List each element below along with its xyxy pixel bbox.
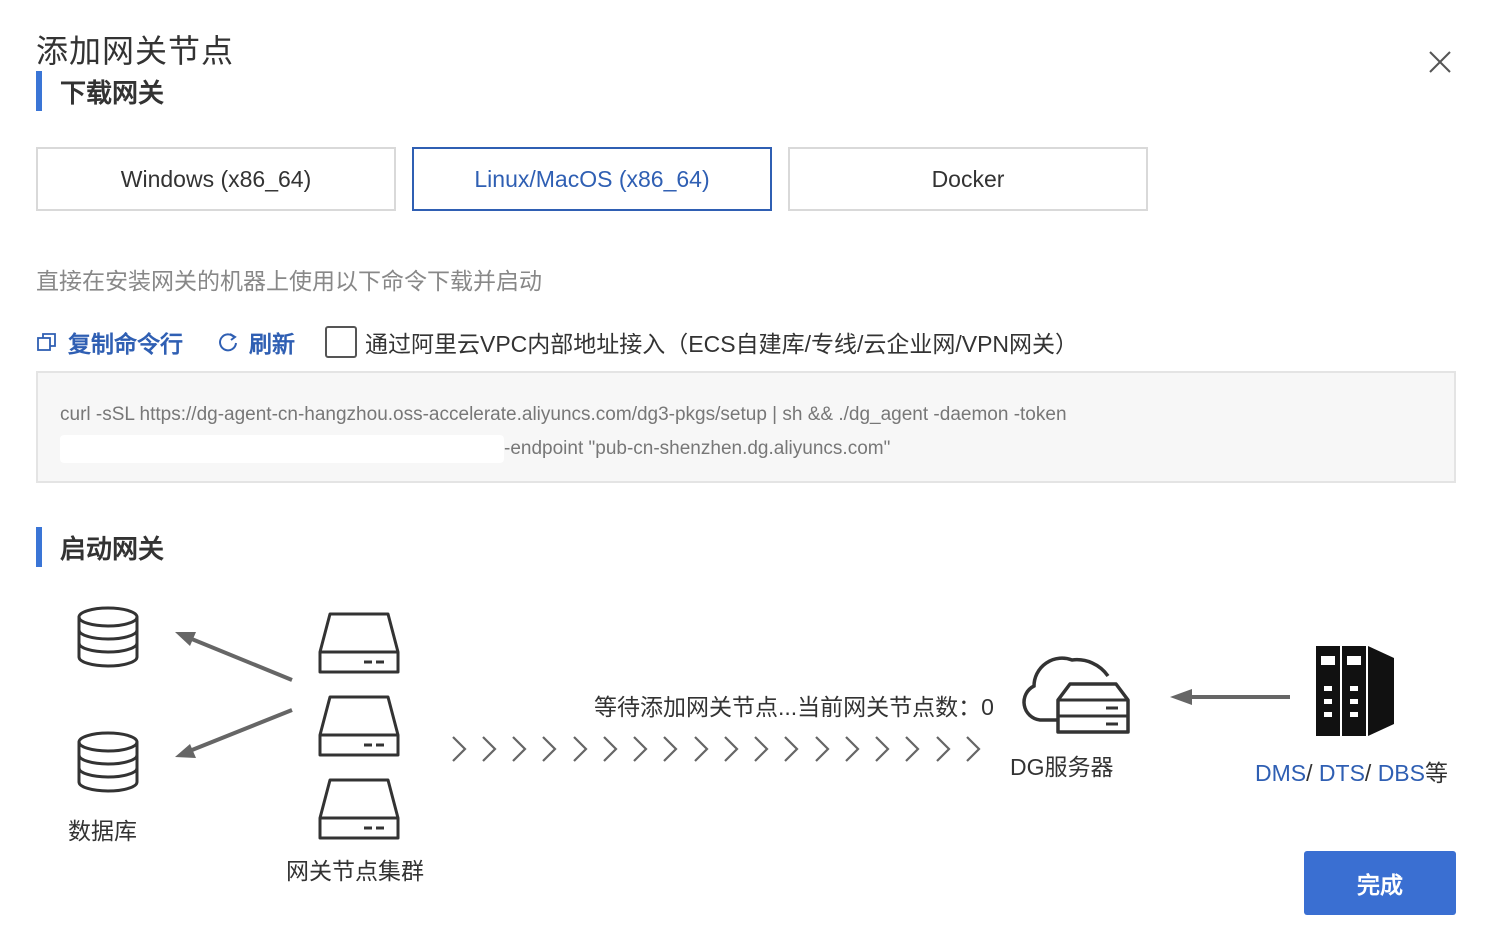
- dms-dts-dbs-label: DMS/ DTS/ DBS等: [1255, 754, 1448, 788]
- copy-command-label: 复制命令行: [68, 331, 183, 357]
- chevron-right-icon: [904, 735, 920, 763]
- command-line-2-row: -endpoint "pub-cn-shenzhen.dg.aliyuncs.c…: [60, 432, 1432, 466]
- chevron-right-icon: [511, 735, 527, 763]
- chevron-right-icon: [965, 735, 981, 763]
- close-icon: [1429, 51, 1451, 73]
- chevron-right-icon: [602, 735, 618, 763]
- copy-command-button[interactable]: 复制命令行: [36, 325, 183, 359]
- download-section-title: 下载网关: [60, 77, 165, 108]
- dg-server-label: DG服务器: [1010, 754, 1114, 780]
- section-accent-bar: [36, 71, 42, 111]
- chevron-right-icon: [541, 735, 557, 763]
- database-icon: [77, 606, 139, 668]
- install-hint: 直接在安装网关的机器上使用以下命令下载并启动: [36, 268, 542, 294]
- dialog-title: 添加网关节点: [36, 33, 235, 69]
- token-redaction: [60, 435, 504, 463]
- command-box[interactable]: curl -sSL https://dg-agent-cn-hangzhou.o…: [36, 371, 1456, 483]
- refresh-icon: [219, 333, 237, 352]
- chevron-right-icon: [844, 735, 860, 763]
- arrow-icon: [1170, 689, 1290, 705]
- vpc-checkbox[interactable]: [325, 326, 357, 358]
- cloud-server-icon: [1022, 656, 1130, 734]
- command-line-2: -endpoint "pub-cn-shenzhen.dg.aliyuncs.c…: [504, 438, 891, 459]
- cluster-label: 网关节点集群: [286, 858, 424, 884]
- chevron-right-icon: [632, 735, 648, 763]
- chevron-right-icon: [723, 735, 739, 763]
- dts-link[interactable]: DTS: [1319, 760, 1365, 786]
- close-button[interactable]: [1420, 42, 1460, 82]
- tab-linux-macos[interactable]: Linux/MacOS (x86_64): [412, 147, 772, 211]
- server-rack-icon: [1316, 646, 1394, 736]
- server-icon: [318, 612, 400, 674]
- os-tabs: Windows (x86_64) Linux/MacOS (x86_64) Do…: [36, 147, 1148, 211]
- chevron-right-icon: [662, 735, 678, 763]
- refresh-label: 刷新: [249, 331, 295, 357]
- chevron-right-icon: [935, 735, 951, 763]
- chevron-right-icon: [693, 735, 709, 763]
- server-icon: [318, 695, 400, 757]
- download-section-header: 下载网关: [36, 71, 164, 111]
- section-accent-bar: [36, 527, 42, 567]
- tab-windows[interactable]: Windows (x86_64): [36, 147, 396, 211]
- arrow-icon: [175, 632, 293, 682]
- chevron-right-icon: [874, 735, 890, 763]
- dbs-link[interactable]: DBS: [1378, 760, 1425, 786]
- chevron-right-icon: [753, 735, 769, 763]
- done-button[interactable]: 完成: [1304, 851, 1456, 915]
- chevron-right-icon: [572, 735, 588, 763]
- architecture-diagram: [0, 590, 1494, 890]
- start-section-header: 启动网关: [36, 527, 164, 567]
- command-toolbar: 复制命令行 刷新 通过阿里云VPC内部地址接入（ECS自建库/专线/云企业网/V…: [36, 322, 1078, 362]
- server-icon: [318, 778, 400, 840]
- arrow-icon: [175, 708, 293, 758]
- separator: /: [1306, 760, 1319, 786]
- database-label: 数据库: [68, 818, 137, 844]
- tab-docker[interactable]: Docker: [788, 147, 1148, 211]
- chevron-right-icon: [814, 735, 830, 763]
- refresh-button[interactable]: 刷新: [217, 325, 295, 359]
- command-line-1: curl -sSL https://dg-agent-cn-hangzhou.o…: [60, 404, 1067, 425]
- chevron-right-icon: [481, 735, 497, 763]
- vpc-checkbox-label: 通过阿里云VPC内部地址接入（ECS自建库/专线/云企业网/VPN网关）: [365, 331, 1079, 357]
- copy-icon: [37, 333, 56, 351]
- chevron-right-icon: [783, 735, 799, 763]
- suffix: 等: [1424, 760, 1448, 786]
- start-section-title: 启动网关: [60, 533, 165, 564]
- chevron-right-icon: [451, 735, 467, 763]
- dms-link[interactable]: DMS: [1255, 760, 1306, 786]
- database-icon: [77, 731, 139, 793]
- separator: /: [1364, 760, 1378, 786]
- waiting-status: 等待添加网关节点...当前网关节点数：0: [594, 694, 994, 720]
